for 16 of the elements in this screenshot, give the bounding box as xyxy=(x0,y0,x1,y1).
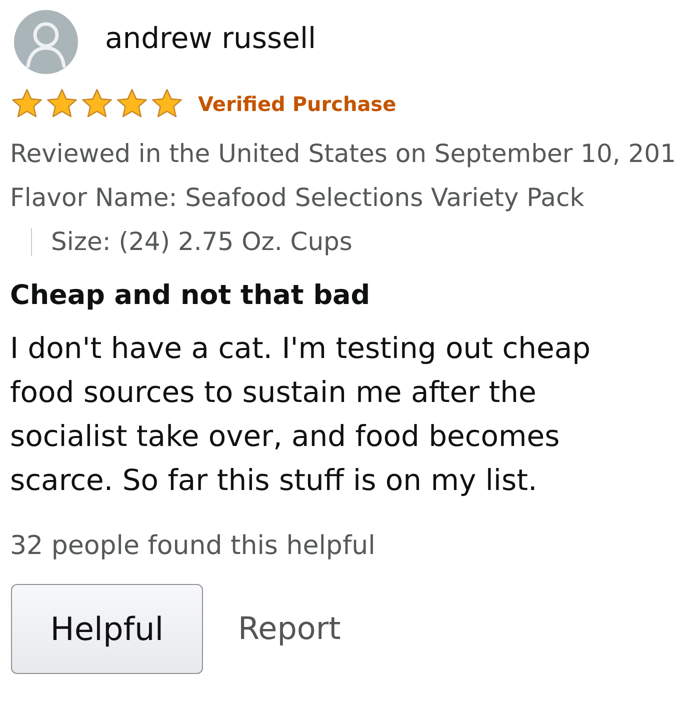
review-title: Cheap and not that bad xyxy=(10,279,372,313)
helpful-count: 32 people found this helpful xyxy=(10,530,376,562)
review-date: Reviewed in the United States on September 10, 201 xyxy=(10,138,677,170)
filled-star-icon xyxy=(80,88,114,120)
filled-star-icon xyxy=(115,88,149,120)
filled-star-icon xyxy=(45,88,79,120)
filled-star-icon xyxy=(10,88,44,120)
helpful-button[interactable]: Helpful xyxy=(11,584,203,674)
report-link[interactable]: Report xyxy=(238,606,341,652)
review-body: I don't have a cat. I'm testing out cheap food sources to sustain me after the socialist take over, and food becomes scarce. So far this stuff is on my list. xyxy=(10,330,592,499)
size-name: Size: (24) 2.75 Oz. Cups xyxy=(51,226,352,258)
reviewer-name: andrew russell xyxy=(105,20,316,58)
avatar-icon xyxy=(14,10,78,74)
filled-star-icon xyxy=(150,88,184,120)
verified-purchase-label: Verified Purchase xyxy=(198,91,396,118)
flavor-name: Flavor Name: Seafood Selections Variety Pack xyxy=(10,182,586,214)
